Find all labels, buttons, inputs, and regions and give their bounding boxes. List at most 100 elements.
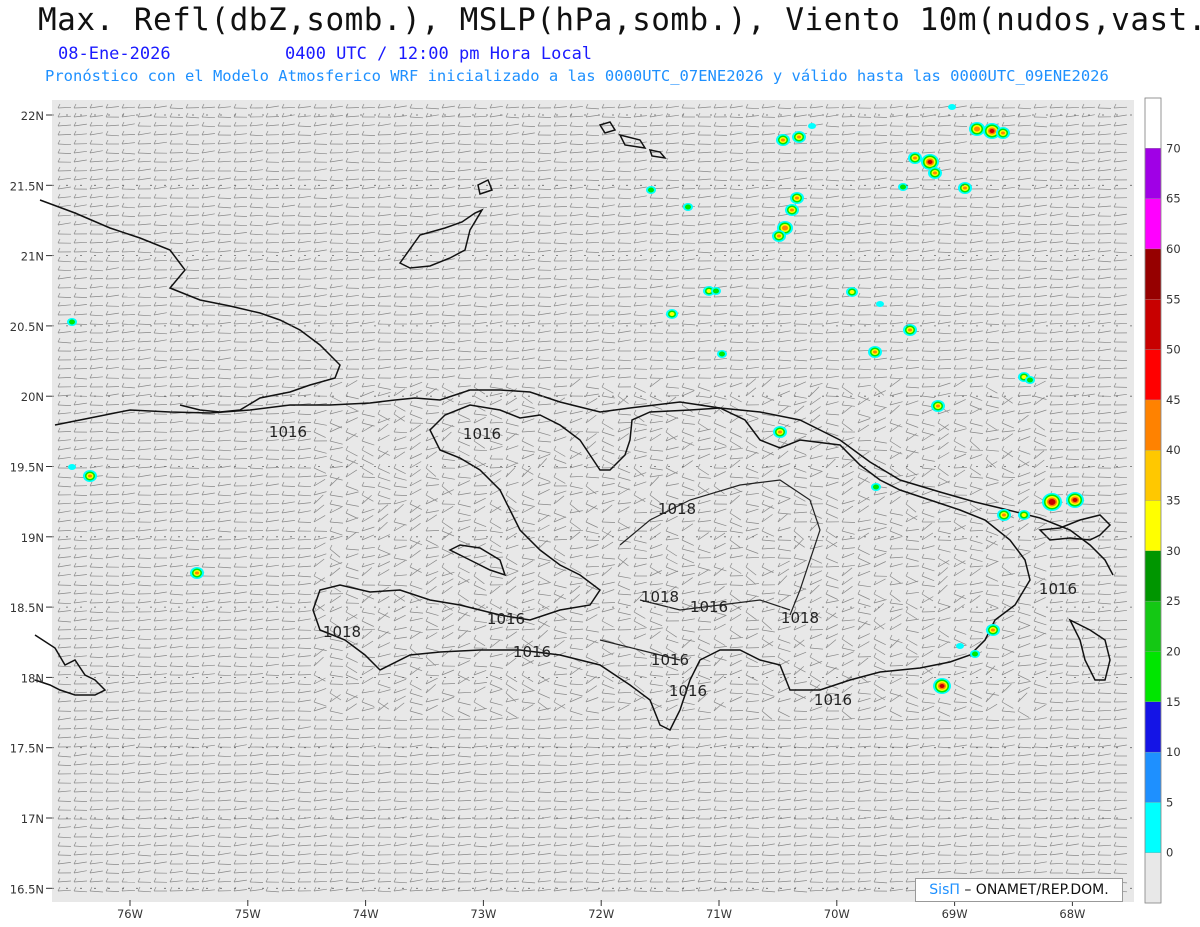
wind-barb	[1049, 377, 1064, 379]
wind-barb	[633, 350, 648, 352]
wind-barb	[233, 215, 248, 217]
wind-barb	[121, 251, 136, 253]
wind-barb	[217, 395, 232, 397]
wind-barb	[1001, 197, 1016, 199]
wind-barb	[361, 197, 376, 199]
wind-barb	[73, 107, 88, 109]
wind-barb	[953, 224, 968, 226]
wind-barb	[953, 152, 968, 154]
wind-barb	[1097, 179, 1112, 181]
wind-barb	[105, 152, 120, 154]
wind-barb	[473, 161, 488, 163]
wind-barb	[697, 242, 712, 244]
wind-barb	[569, 368, 584, 370]
wind-barb	[521, 377, 536, 379]
wind-barb	[569, 233, 584, 235]
wind-barb	[1033, 179, 1048, 181]
wind-barb	[297, 368, 312, 370]
wind-barb	[1033, 377, 1048, 379]
wind-barb	[921, 296, 936, 298]
wind-barb	[249, 143, 264, 145]
wind-barb	[825, 224, 840, 226]
wind-barb	[313, 197, 328, 199]
wind-barb	[313, 215, 328, 217]
wind-barb	[137, 152, 152, 154]
wind-barb	[345, 107, 360, 109]
wind-barb	[729, 350, 744, 352]
wind-barb	[985, 323, 1000, 325]
wind-barb	[185, 287, 200, 289]
wind-barb	[473, 350, 488, 352]
wind-barb	[89, 431, 104, 433]
weather-map: 22N21.5N21N20.5N20N19.5N19N18.5N18N17.5N…	[10, 97, 1181, 921]
wind-barb	[1033, 260, 1048, 262]
wind-barb	[233, 161, 248, 163]
wind-barb	[297, 359, 312, 361]
wind-barb	[201, 422, 216, 424]
wind-barb	[521, 107, 536, 109]
wind-barb	[713, 296, 728, 298]
wind-barb	[489, 341, 504, 343]
wind-barb	[841, 116, 856, 118]
wind-barb	[729, 125, 744, 127]
wind-barb	[969, 161, 984, 163]
wind-barb	[297, 233, 312, 235]
wind-barb	[201, 296, 216, 298]
wind-barb	[889, 197, 904, 199]
wind-barb	[169, 296, 184, 298]
wind-barb	[1097, 188, 1112, 190]
wind-barb	[1033, 197, 1048, 199]
wind-barb	[169, 116, 184, 118]
wind-barb	[905, 215, 920, 217]
wind-barb	[217, 197, 232, 199]
wind-barb	[281, 260, 296, 262]
wind-barb	[745, 359, 760, 361]
wind-barb	[265, 116, 280, 118]
wind-barb	[745, 134, 760, 136]
wind-barb	[569, 134, 584, 136]
wind-barb	[137, 440, 152, 442]
wind-barb	[201, 413, 216, 415]
wind-barb	[361, 287, 376, 289]
wind-barb	[889, 161, 904, 163]
wind-barb	[89, 323, 104, 325]
wind-barb	[1049, 341, 1064, 343]
wind-barb	[713, 134, 728, 136]
wind-barb	[105, 422, 120, 424]
wind-barb	[73, 368, 88, 370]
wind-barb	[1017, 215, 1032, 217]
wind-barb	[777, 170, 792, 172]
wind-barb	[313, 179, 328, 181]
wind-barb	[361, 224, 376, 226]
wind-barb	[233, 440, 248, 442]
wind-barb	[745, 278, 760, 280]
wind-barb	[569, 332, 584, 334]
wind-barb	[105, 251, 120, 253]
wind-barb	[281, 332, 296, 334]
wind-barb	[809, 170, 824, 172]
wind-barb	[105, 404, 120, 406]
wind-barb	[505, 152, 520, 154]
wind-barb	[265, 188, 280, 190]
wind-barb	[921, 377, 936, 379]
wind-barb	[105, 386, 120, 388]
wind-barb	[457, 359, 472, 361]
wind-barb	[857, 323, 872, 325]
wind-barb	[585, 251, 600, 253]
wind-barb	[889, 215, 904, 217]
wind-barb	[281, 359, 296, 361]
wind-barb	[841, 125, 856, 127]
wind-barb	[185, 341, 200, 343]
wind-barb	[633, 206, 648, 208]
wind-barb	[1097, 233, 1112, 235]
wind-barb	[1097, 377, 1112, 379]
wind-barb	[425, 179, 440, 181]
wind-barb	[793, 305, 808, 307]
wind-barb	[729, 143, 744, 145]
wind-barb	[521, 143, 536, 145]
wind-barb	[441, 125, 456, 127]
wind-barb	[505, 323, 520, 325]
wind-barb	[313, 305, 328, 307]
wind-barb	[57, 368, 72, 370]
wind-barb	[633, 107, 648, 109]
